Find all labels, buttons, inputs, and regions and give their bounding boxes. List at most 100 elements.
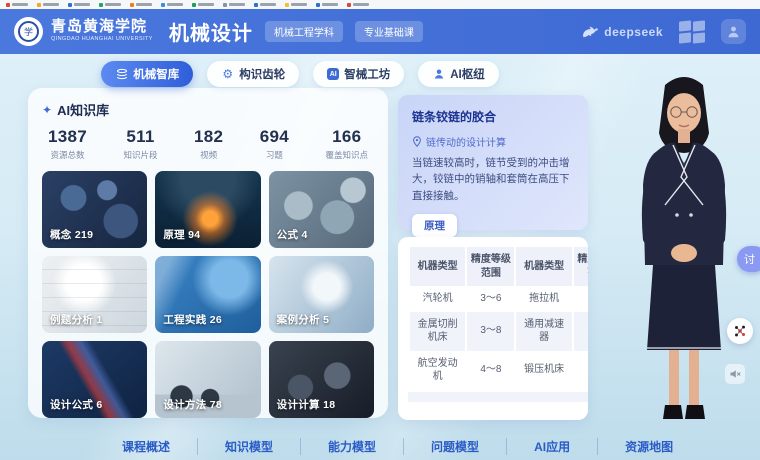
stat-label: 视频 xyxy=(194,149,223,161)
tile-count: 78 xyxy=(210,399,222,411)
panel-title: AI知识库 xyxy=(57,100,109,119)
stat-label: 知识片段 xyxy=(124,149,158,161)
stat-videos: 182 视频 xyxy=(194,127,223,161)
cell: 航空发动机 xyxy=(410,351,465,390)
stat-value: 694 xyxy=(260,127,289,147)
cell: 通用减速器 xyxy=(516,312,571,351)
tile-label: 例题分析 xyxy=(50,314,93,326)
tile-count: 4 xyxy=(301,229,307,241)
discussion-edge-button[interactable]: 讨 xyxy=(737,246,760,272)
tile-label: 设计公式 xyxy=(50,399,93,411)
section-tabs: 机械智库 ⚙ 构识齿轮 AI 智械工坊 AI枢纽 xyxy=(0,61,600,87)
bookmark-item[interactable] xyxy=(161,3,183,7)
category-tile-example-analysis[interactable]: 例题分析 1 xyxy=(42,256,147,333)
deepseek-whale-icon xyxy=(581,25,599,39)
stat-knowledge-points: 166 覆盖知识点 xyxy=(325,127,368,161)
tile-count: 219 xyxy=(75,229,93,241)
ai-square-icon: AI xyxy=(327,68,339,80)
clipped-table-row xyxy=(408,392,588,402)
course-type-badge: 专业基础课 xyxy=(355,21,423,42)
bookmark-item[interactable] xyxy=(6,3,28,7)
category-tile-design-calculations[interactable]: 设计计算 18 xyxy=(269,341,374,418)
table-header-row: 机器类型 精度等级范围 机器类型 精度等级范围 xyxy=(410,247,588,286)
user-icon xyxy=(727,25,740,38)
robot-person-icon xyxy=(432,68,445,81)
tile-label: 案例分析 xyxy=(277,314,320,326)
topic-tag-label: 链传动的设计计算 xyxy=(426,134,506,149)
tile-count: 1 xyxy=(96,314,102,326)
cell: 拖拉机 xyxy=(516,286,571,312)
bookmark-item[interactable] xyxy=(68,3,90,7)
principle-button[interactable]: 原理 xyxy=(412,214,457,237)
tile-label: 公式 xyxy=(277,229,299,241)
nav-problem-model[interactable]: 问题模型 xyxy=(404,438,507,455)
speaker-muted-icon xyxy=(729,368,741,380)
cell: 4～8 xyxy=(467,351,514,390)
category-tile-engineering-practice[interactable]: 工程实践 26 xyxy=(155,256,260,333)
table-row: 汽轮机 3～6 拖拉机 6 xyxy=(410,286,588,312)
university-name-cn: 青岛黄海学院 xyxy=(51,20,153,36)
bookmark-item[interactable] xyxy=(37,3,59,7)
university-logo: 学 xyxy=(14,17,43,46)
tile-label: 设计计算 xyxy=(277,399,320,411)
nav-ability-model[interactable]: 能力模型 xyxy=(301,438,404,455)
knowledge-graph-icon xyxy=(733,324,747,338)
category-tile-case-analysis[interactable]: 案例分析 5 xyxy=(269,256,374,333)
stat-value: 1387 xyxy=(48,127,87,147)
cell: 金属切削机床 xyxy=(410,312,465,351)
app-header: 学 青岛黄海学院 QINGDAO HUANGHAI UNIVERSITY 机械设… xyxy=(0,9,760,54)
bookmark-item[interactable] xyxy=(347,3,369,7)
topic-description: 当链速较高时，链节受到的冲击增大，铰链中的销轴和套筒在高压下直接接触。 xyxy=(412,155,574,204)
topic-card: 链条铰链的胶合 链传动的设计计算 当链速较高时，链节受到的冲击增大，铰链中的销轴… xyxy=(398,95,588,230)
browser-bookmarks-bar[interactable] xyxy=(0,0,760,9)
nav-knowledge-model[interactable]: 知识模型 xyxy=(198,438,301,455)
col-header: 精度等级范围 xyxy=(467,247,514,286)
gear-icon: ⚙ xyxy=(221,68,234,81)
panel-header: ✦ AI知识库 xyxy=(40,98,376,121)
category-tile-principles[interactable]: 原理 94 xyxy=(155,171,260,248)
cell: 6 xyxy=(574,312,588,351)
tab-gear-knowledge[interactable]: ⚙ 构识齿轮 xyxy=(207,61,299,87)
tile-count: 5 xyxy=(323,314,329,326)
cell: 3～8 xyxy=(467,312,514,351)
category-tile-formulas[interactable]: 公式 4 xyxy=(269,171,374,248)
nav-ai-application[interactable]: AI应用 xyxy=(507,438,598,455)
bookmark-item[interactable] xyxy=(316,3,338,7)
bookmark-item[interactable] xyxy=(254,3,276,7)
category-tile-concepts[interactable]: 概念 219 xyxy=(42,171,147,248)
table-row: 航空发动机 4～8 锻压机床 6 xyxy=(410,351,588,390)
bookmark-item[interactable] xyxy=(192,3,214,7)
tile-label: 设计方法 xyxy=(163,399,206,411)
col-header: 机器类型 xyxy=(410,247,465,286)
mute-speaker-button[interactable] xyxy=(725,364,745,384)
category-tile-design-formulas[interactable]: 设计公式 6 xyxy=(42,341,147,418)
university-emblem-icon: 学 xyxy=(18,21,39,42)
discipline-badge: 机械工程学科 xyxy=(265,21,343,42)
knowledge-graph-edge-button[interactable] xyxy=(727,318,753,344)
tab-label: 智械工坊 xyxy=(344,66,390,82)
tab-label: 机械智库 xyxy=(133,66,179,82)
tile-count: 26 xyxy=(210,314,222,326)
stat-knowledge-fragments: 511 知识片段 xyxy=(124,127,158,161)
bookmark-item[interactable] xyxy=(130,3,152,7)
university-name: 青岛黄海学院 QINGDAO HUANGHAI UNIVERSITY xyxy=(51,20,153,44)
nav-course-overview[interactable]: 课程概述 xyxy=(95,438,198,455)
page-title: 机械设计 xyxy=(169,17,253,46)
apps-grid-icon[interactable] xyxy=(679,21,705,43)
user-avatar-button[interactable] xyxy=(721,19,746,44)
nav-resource-map[interactable]: 资源地图 xyxy=(598,438,700,455)
cell: 6 xyxy=(574,286,588,312)
tab-mechanical-think-tank[interactable]: 机械智库 xyxy=(101,61,193,87)
stat-label: 习题 xyxy=(260,149,289,161)
topic-tag-link[interactable]: 链传动的设计计算 xyxy=(412,134,574,149)
university-name-en: QINGDAO HUANGHAI UNIVERSITY xyxy=(51,37,153,43)
category-tile-design-methods[interactable]: 设计方法 78 xyxy=(155,341,260,418)
bookmark-item[interactable] xyxy=(99,3,121,7)
deepseek-wordmark: deepseek xyxy=(604,25,663,39)
bookmark-item[interactable] xyxy=(285,3,307,7)
bookmark-item[interactable] xyxy=(223,3,245,7)
tile-count: 94 xyxy=(188,229,200,241)
tab-smart-workshop[interactable]: AI 智械工坊 xyxy=(313,61,404,87)
deepseek-brand: deepseek xyxy=(581,25,663,39)
tab-ai-hub[interactable]: AI枢纽 xyxy=(418,61,499,87)
